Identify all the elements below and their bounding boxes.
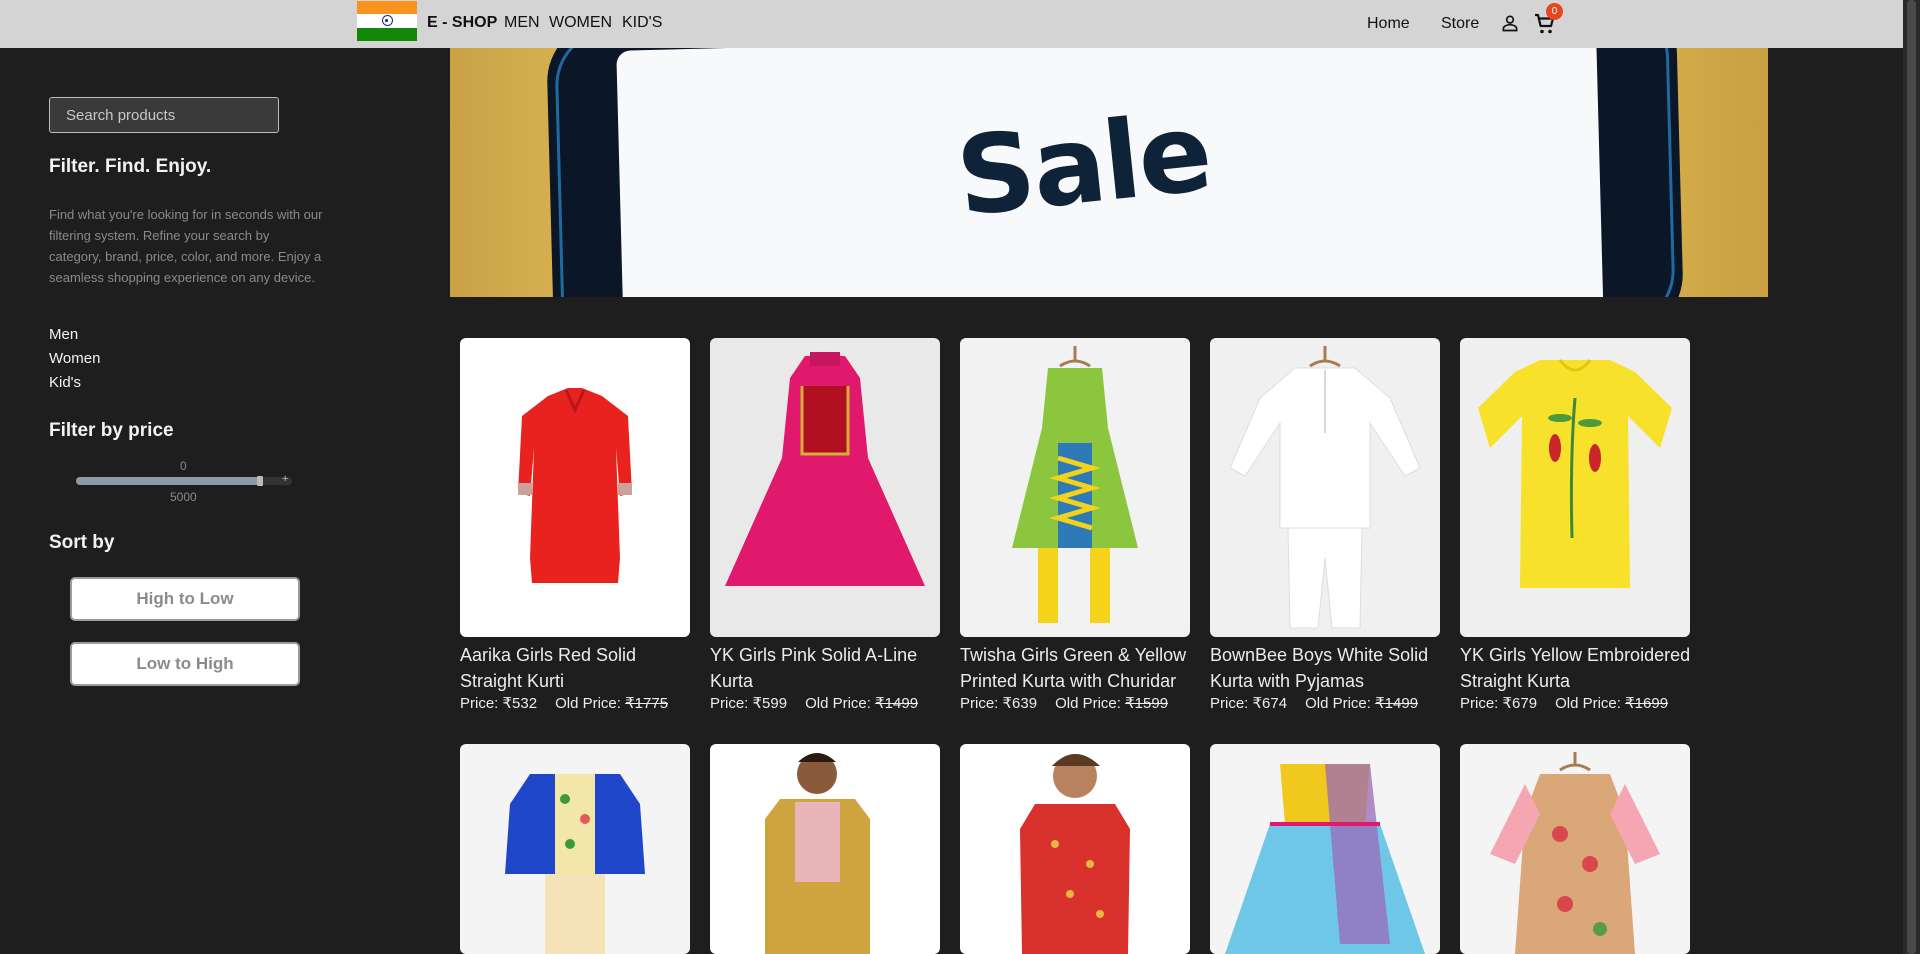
product-image[interactable] [460, 338, 690, 637]
page-scrollbar[interactable] [1903, 0, 1920, 954]
nav-link-store[interactable]: Store [1441, 15, 1479, 33]
product-image[interactable] [1210, 338, 1440, 637]
sale-banner: Sale [450, 48, 1768, 297]
price-min-label: 0 [180, 459, 187, 473]
nav-link-women[interactable]: WOMEN [549, 14, 612, 32]
product-image[interactable] [710, 338, 940, 637]
category-link-women[interactable]: Women [49, 350, 100, 367]
top-navbar: E - SHOP MEN WOMEN KID'S Home Store 0 [0, 0, 1903, 48]
nav-link-kids[interactable]: KID'S [622, 14, 662, 32]
price-max-label: 5000 [170, 490, 197, 504]
product-price: Price: ₹639 Old Price: ₹1599 [960, 695, 1169, 712]
price-range-slider[interactable]: + [76, 473, 292, 486]
product-image[interactable] [710, 744, 940, 954]
sort-heading: Sort by [49, 532, 115, 553]
product-title[interactable]: BownBee Boys White Solid Kurta with Pyja… [1210, 642, 1450, 694]
product-price: Price: ₹532 Old Price: ₹1775 [460, 695, 669, 712]
product-title[interactable]: YK Girls Pink Solid A-Line Kurta [710, 642, 950, 694]
product-image[interactable] [1460, 338, 1690, 637]
price-filter-heading: Filter by price [49, 420, 174, 441]
scrollbar-thumb[interactable] [1907, 0, 1916, 954]
product-image[interactable] [960, 338, 1190, 637]
sidebar-tagline: Filter. Find. Enjoy. [49, 156, 212, 177]
product-title[interactable]: YK Girls Yellow Embroidered Straight Kur… [1460, 642, 1700, 694]
nav-link-men[interactable]: MEN [504, 14, 540, 32]
product-image[interactable] [960, 744, 1190, 954]
user-account-icon[interactable] [1500, 13, 1520, 33]
banner-sale-text: Sale [951, 90, 1216, 241]
cart-count-badge: 0 [1546, 3, 1563, 20]
slider-plus-icon[interactable]: + [282, 473, 288, 485]
product-image[interactable] [1460, 744, 1690, 954]
product-price: Price: ₹679 Old Price: ₹1699 [1460, 695, 1669, 712]
price-slider-fill [76, 477, 260, 485]
nav-link-home[interactable]: Home [1367, 15, 1410, 33]
product-image[interactable] [460, 744, 690, 954]
brand-name[interactable]: E - SHOP [427, 14, 497, 32]
product-price: Price: ₹599 Old Price: ₹1499 [710, 695, 919, 712]
search-products-input[interactable] [49, 97, 279, 133]
category-link-kids[interactable]: Kid's [49, 374, 81, 391]
product-image[interactable] [1210, 744, 1440, 954]
product-price: Price: ₹674 Old Price: ₹1499 [1210, 695, 1419, 712]
sidebar-description: Find what you're looking for in seconds … [49, 207, 323, 285]
price-slider-handle[interactable] [257, 476, 263, 486]
india-flag-logo[interactable] [357, 1, 417, 41]
product-title[interactable]: Aarika Girls Red Solid Straight Kurti [460, 642, 700, 694]
category-link-men[interactable]: Men [49, 326, 78, 343]
sort-low-to-high-button[interactable]: Low to High [70, 642, 300, 686]
sort-high-to-low-button[interactable]: High to Low [70, 577, 300, 621]
product-title[interactable]: Twisha Girls Green & Yellow Printed Kurt… [960, 642, 1200, 694]
